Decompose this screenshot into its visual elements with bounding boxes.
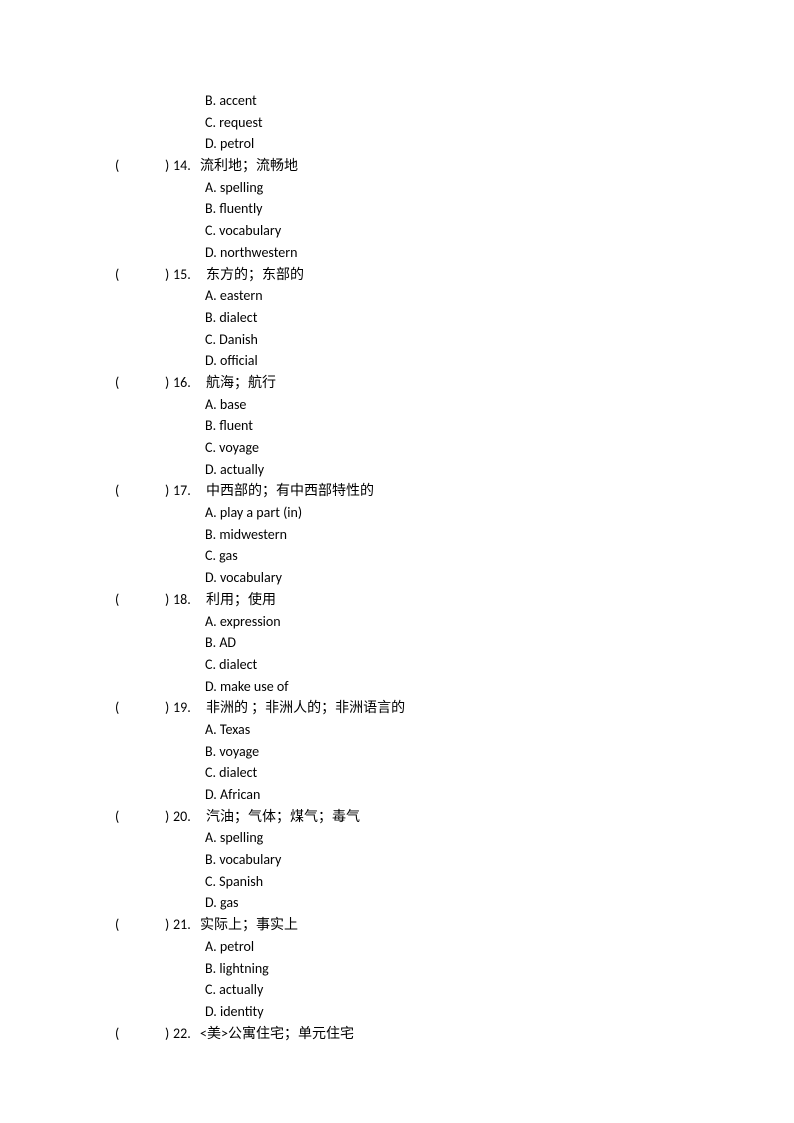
paren-open: ( bbox=[115, 480, 125, 502]
paren-close: ) bbox=[165, 155, 173, 177]
question-row: ()16.航海；航行 bbox=[115, 372, 694, 394]
paren-close: ) bbox=[165, 264, 173, 286]
question-text: 非洲的 ；非洲人的；非洲语言的 bbox=[198, 697, 405, 719]
answer-option: C. Danish bbox=[115, 329, 694, 351]
answer-option: C. vocabulary bbox=[115, 220, 694, 242]
question-number: 14. bbox=[173, 155, 198, 177]
answer-option: D. vocabulary bbox=[115, 567, 694, 589]
question-row: ()19.非洲的 ；非洲人的；非洲语言的 bbox=[115, 697, 694, 719]
answer-blank bbox=[125, 480, 165, 502]
question-number: 21. bbox=[173, 914, 198, 936]
paren-close: ) bbox=[165, 480, 173, 502]
answer-option: C. gas bbox=[115, 545, 694, 567]
answer-option: A. Texas bbox=[115, 719, 694, 741]
answer-blank bbox=[125, 697, 165, 719]
question-text: 中西部的；有中西部特性的 bbox=[198, 480, 374, 502]
answer-option: D. make use of bbox=[115, 676, 694, 698]
question-text: 汽油；气体；煤气；毒气 bbox=[198, 806, 360, 828]
paren-open: ( bbox=[115, 589, 125, 611]
answer-option: C. actually bbox=[115, 979, 694, 1001]
answer-option: D. African bbox=[115, 784, 694, 806]
answer-option: B. vocabulary bbox=[115, 849, 694, 871]
answer-option: A. play a part (in) bbox=[115, 502, 694, 524]
quiz-content: B. accentC. requestD. petrol()14.流利地；流畅地… bbox=[115, 90, 694, 1044]
question-text: 流利地；流畅地 bbox=[198, 155, 298, 177]
answer-option: B. AD bbox=[115, 632, 694, 654]
answer-option: D. gas bbox=[115, 892, 694, 914]
answer-blank bbox=[125, 264, 165, 286]
answer-option: A. petrol bbox=[115, 936, 694, 958]
paren-close: ) bbox=[165, 1023, 173, 1045]
answer-blank bbox=[125, 372, 165, 394]
paren-open: ( bbox=[115, 1023, 125, 1045]
paren-close: ) bbox=[165, 589, 173, 611]
paren-close: ) bbox=[165, 806, 173, 828]
answer-option: A. eastern bbox=[115, 285, 694, 307]
answer-option: D. official bbox=[115, 350, 694, 372]
answer-blank bbox=[125, 806, 165, 828]
question-row: ()17.中西部的；有中西部特性的 bbox=[115, 480, 694, 502]
answer-option: A. expression bbox=[115, 611, 694, 633]
paren-close: ) bbox=[165, 697, 173, 719]
question-number: 15. bbox=[173, 264, 198, 286]
paren-open: ( bbox=[115, 806, 125, 828]
question-text: 利用；使用 bbox=[198, 589, 276, 611]
answer-blank bbox=[125, 155, 165, 177]
question-row: ()14.流利地；流畅地 bbox=[115, 155, 694, 177]
answer-option: A. base bbox=[115, 394, 694, 416]
paren-open: ( bbox=[115, 372, 125, 394]
answer-option: B. dialect bbox=[115, 307, 694, 329]
question-row: ()21.实际上；事实上 bbox=[115, 914, 694, 936]
answer-option: B. midwestern bbox=[115, 524, 694, 546]
question-row: ()18.利用；使用 bbox=[115, 589, 694, 611]
question-row: ()22.<美>公寓住宅；单元住宅 bbox=[115, 1023, 694, 1045]
question-number: 19. bbox=[173, 697, 198, 719]
question-text: 实际上；事实上 bbox=[198, 914, 298, 936]
answer-option: A. spelling bbox=[115, 827, 694, 849]
answer-option: C. dialect bbox=[115, 654, 694, 676]
answer-blank bbox=[125, 1023, 165, 1045]
question-text: <美>公寓住宅；单元住宅 bbox=[198, 1023, 354, 1045]
question-text: 东方的；东部的 bbox=[198, 264, 304, 286]
question-row: ()15.东方的；东部的 bbox=[115, 264, 694, 286]
answer-blank bbox=[125, 589, 165, 611]
paren-open: ( bbox=[115, 697, 125, 719]
answer-option: D. northwestern bbox=[115, 242, 694, 264]
paren-open: ( bbox=[115, 264, 125, 286]
answer-option: D. actually bbox=[115, 459, 694, 481]
answer-option: C. voyage bbox=[115, 437, 694, 459]
paren-close: ) bbox=[165, 914, 173, 936]
answer-option: B. voyage bbox=[115, 741, 694, 763]
answer-option: D. identity bbox=[115, 1001, 694, 1023]
answer-blank bbox=[125, 914, 165, 936]
question-number: 20. bbox=[173, 806, 198, 828]
answer-option: A. spelling bbox=[115, 177, 694, 199]
answer-option: B. accent bbox=[115, 90, 694, 112]
question-number: 16. bbox=[173, 372, 198, 394]
question-row: ()20.汽油；气体；煤气；毒气 bbox=[115, 806, 694, 828]
answer-option: C. Spanish bbox=[115, 871, 694, 893]
paren-close: ) bbox=[165, 372, 173, 394]
question-number: 17. bbox=[173, 480, 198, 502]
answer-option: B. fluent bbox=[115, 415, 694, 437]
paren-open: ( bbox=[115, 155, 125, 177]
paren-open: ( bbox=[115, 914, 125, 936]
answer-option: D. petrol bbox=[115, 133, 694, 155]
answer-option: C. dialect bbox=[115, 762, 694, 784]
answer-option: C. request bbox=[115, 112, 694, 134]
question-number: 22. bbox=[173, 1023, 198, 1045]
question-text: 航海；航行 bbox=[198, 372, 276, 394]
answer-option: B. fluently bbox=[115, 198, 694, 220]
answer-option: B. lightning bbox=[115, 958, 694, 980]
question-number: 18. bbox=[173, 589, 198, 611]
